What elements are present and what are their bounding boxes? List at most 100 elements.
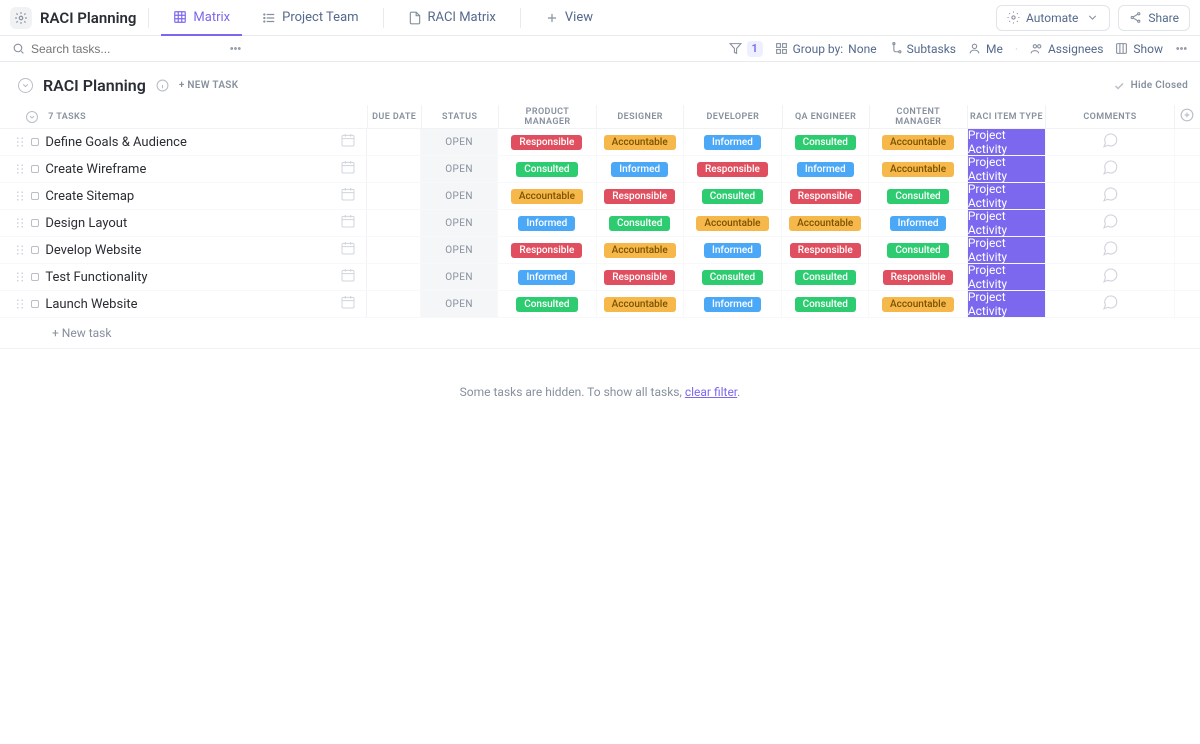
due-date-cell[interactable] xyxy=(366,264,421,290)
tab-project-team[interactable]: Project Team xyxy=(250,0,370,36)
show-button[interactable]: Show xyxy=(1115,42,1163,56)
role-cell[interactable]: Informed xyxy=(498,210,597,236)
task-status-dot[interactable] xyxy=(31,192,39,200)
role-cell[interactable]: Accountable xyxy=(684,210,783,236)
status-cell[interactable]: OPEN xyxy=(421,291,498,317)
role-cell[interactable]: Consulted xyxy=(684,183,783,209)
role-cell[interactable]: Responsible xyxy=(782,183,869,209)
type-cell[interactable]: Project Activity xyxy=(968,129,1046,155)
add-column-button[interactable] xyxy=(1175,105,1200,128)
drag-handle-icon[interactable] xyxy=(15,244,25,256)
due-date-cell[interactable] xyxy=(366,210,421,236)
drag-handle-icon[interactable] xyxy=(15,271,25,283)
type-cell[interactable]: Project Activity xyxy=(968,210,1046,236)
role-cell[interactable]: Consulted xyxy=(869,183,968,209)
task-status-dot[interactable] xyxy=(31,219,39,227)
due-date-cell[interactable] xyxy=(366,183,421,209)
new-task-button[interactable]: + New Task xyxy=(179,80,239,91)
type-cell[interactable]: Project Activity xyxy=(968,264,1046,290)
role-cell[interactable]: Accountable xyxy=(597,129,684,155)
role-cell[interactable]: Accountable xyxy=(597,291,684,317)
search-input[interactable] xyxy=(31,42,161,56)
role-cell[interactable]: Consulted xyxy=(684,264,783,290)
task-name[interactable]: Test Functionality xyxy=(45,270,147,285)
col-due[interactable]: Due Date xyxy=(367,105,422,128)
status-cell[interactable]: OPEN xyxy=(421,264,498,290)
role-cell[interactable]: Consulted xyxy=(782,264,869,290)
task-name[interactable]: Create Sitemap xyxy=(45,189,134,204)
due-date-cell[interactable] xyxy=(366,129,421,155)
col-content[interactable]: Content Manager xyxy=(870,105,968,128)
comments-cell[interactable] xyxy=(1046,183,1175,209)
role-cell[interactable]: Accountable xyxy=(597,237,684,263)
comments-cell[interactable] xyxy=(1046,210,1175,236)
task-status-dot[interactable] xyxy=(31,246,39,254)
type-cell[interactable]: Project Activity xyxy=(968,291,1046,317)
role-cell[interactable]: Responsible xyxy=(869,264,968,290)
role-cell[interactable]: Informed xyxy=(782,156,869,182)
inline-date-icon[interactable] xyxy=(340,213,356,233)
new-task-row[interactable]: + New task xyxy=(0,318,1200,349)
task-status-dot[interactable] xyxy=(31,300,39,308)
hide-closed-button[interactable]: Hide Closed xyxy=(1113,80,1188,92)
role-cell[interactable]: Responsible xyxy=(684,156,783,182)
role-cell[interactable]: Informed xyxy=(684,291,783,317)
share-button[interactable]: Share xyxy=(1118,5,1190,31)
role-cell[interactable]: Accountable xyxy=(782,210,869,236)
inline-date-icon[interactable] xyxy=(340,267,356,287)
role-cell[interactable]: Informed xyxy=(498,264,597,290)
status-cell[interactable]: OPEN xyxy=(421,129,498,155)
role-cell[interactable]: Informed xyxy=(597,156,684,182)
add-view-button[interactable]: View xyxy=(533,0,605,36)
col-type[interactable]: RACI Item Type xyxy=(968,105,1046,128)
task-name[interactable]: Create Wireframe xyxy=(45,162,146,177)
task-status-dot[interactable] xyxy=(31,138,39,146)
group-by-button[interactable]: Group by: None xyxy=(775,42,877,56)
status-cell[interactable]: OPEN xyxy=(421,183,498,209)
comments-cell[interactable] xyxy=(1046,237,1175,263)
status-cell[interactable]: OPEN xyxy=(421,156,498,182)
type-cell[interactable]: Project Activity xyxy=(968,237,1046,263)
comments-cell[interactable] xyxy=(1046,156,1175,182)
task-name[interactable]: Design Layout xyxy=(45,216,127,231)
inline-date-icon[interactable] xyxy=(340,240,356,260)
comments-cell[interactable] xyxy=(1046,264,1175,290)
role-cell[interactable]: Responsible xyxy=(498,129,597,155)
col-designer[interactable]: Designer xyxy=(597,105,684,128)
role-cell[interactable]: Accountable xyxy=(869,156,968,182)
role-cell[interactable]: Responsible xyxy=(782,237,869,263)
task-status-dot[interactable] xyxy=(31,165,39,173)
search-more-button[interactable] xyxy=(229,42,242,55)
col-developer[interactable]: Developer xyxy=(684,105,782,128)
drag-handle-icon[interactable] xyxy=(15,298,25,310)
col-pm[interactable]: Product Manager xyxy=(499,105,597,128)
due-date-cell[interactable] xyxy=(366,237,421,263)
more-button[interactable] xyxy=(1175,42,1188,55)
tab-matrix[interactable]: Matrix xyxy=(161,0,242,36)
col-comments[interactable]: Comments xyxy=(1046,105,1175,128)
status-cell[interactable]: OPEN xyxy=(421,237,498,263)
comments-cell[interactable] xyxy=(1046,291,1175,317)
role-cell[interactable]: Consulted xyxy=(782,291,869,317)
type-cell[interactable]: Project Activity xyxy=(968,156,1046,182)
role-cell[interactable]: Consulted xyxy=(869,237,968,263)
inline-date-icon[interactable] xyxy=(340,186,356,206)
role-cell[interactable]: Consulted xyxy=(782,129,869,155)
filter-button[interactable]: 1 xyxy=(729,41,763,57)
role-cell[interactable]: Accountable xyxy=(869,291,968,317)
me-button[interactable]: Me xyxy=(968,42,1003,56)
role-cell[interactable]: Accountable xyxy=(869,129,968,155)
drag-handle-icon[interactable] xyxy=(15,163,25,175)
due-date-cell[interactable] xyxy=(366,156,421,182)
assignees-button[interactable]: Assignees xyxy=(1030,42,1103,56)
role-cell[interactable]: Informed xyxy=(869,210,968,236)
role-cell[interactable]: Consulted xyxy=(597,210,684,236)
due-date-cell[interactable] xyxy=(366,291,421,317)
role-cell[interactable]: Consulted xyxy=(498,156,597,182)
role-cell[interactable]: Accountable xyxy=(498,183,597,209)
select-all-toggle[interactable] xyxy=(26,111,38,123)
clear-filter-link[interactable]: clear filter xyxy=(685,385,737,399)
drag-handle-icon[interactable] xyxy=(15,217,25,229)
task-name[interactable]: Launch Website xyxy=(45,297,137,312)
subtasks-button[interactable]: Subtasks xyxy=(889,42,956,56)
